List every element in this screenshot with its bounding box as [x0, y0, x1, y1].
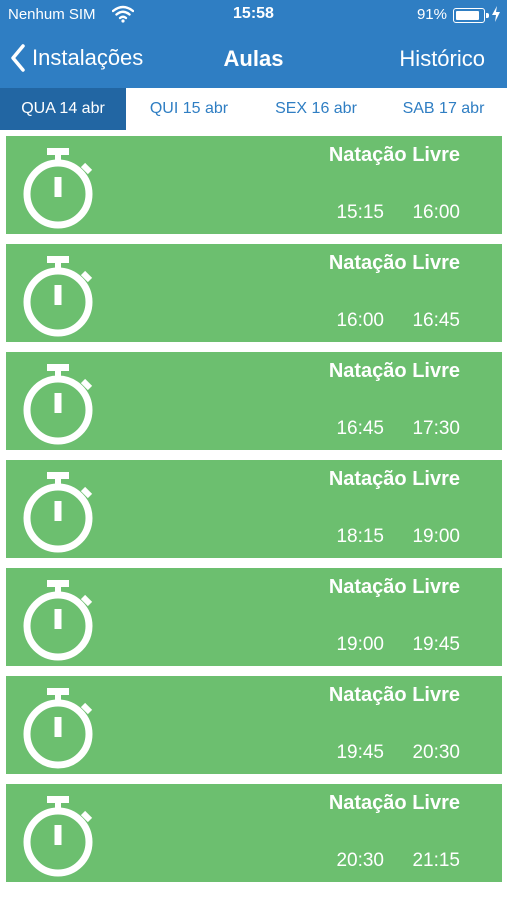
class-start-time: 18:15 — [336, 526, 384, 547]
class-title: Natação Livre — [328, 684, 460, 706]
tab-date-3[interactable]: SEX 16 abr — [252, 88, 380, 130]
class-title: Natação Livre — [328, 792, 460, 814]
tab-date-4[interactable]: SAB 17 abr — [380, 88, 507, 130]
class-card[interactable]: Natação Livre 19:45 20:30 — [6, 676, 502, 774]
class-start-time: 19:00 — [336, 634, 384, 655]
status-bar: Nenhum SIM 15:58 91% — [0, 0, 507, 30]
battery-percentage: 91% — [416, 6, 447, 23]
class-end-time: 16:00 — [412, 202, 460, 223]
stopwatch-icon — [23, 148, 93, 229]
app-header: Nenhum SIM 15:58 91% Instalações Aulas H… — [0, 0, 507, 88]
class-end-time: 19:00 — [412, 526, 460, 547]
stopwatch-icon — [23, 364, 93, 445]
tab-date-2[interactable]: QUI 15 abr — [126, 88, 252, 130]
class-title: Natação Livre — [328, 468, 460, 490]
class-end-time: 19:45 — [412, 634, 460, 655]
history-button[interactable]: Histórico — [399, 46, 485, 72]
charging-icon — [492, 6, 500, 22]
class-title: Natação Livre — [328, 252, 460, 274]
stopwatch-icon — [23, 688, 93, 769]
battery-icon — [453, 8, 489, 23]
class-end-time: 21:15 — [412, 850, 460, 871]
class-card[interactable]: Natação Livre 16:45 17:30 — [6, 352, 502, 450]
class-end-time: 20:30 — [412, 742, 460, 763]
class-title: Natação Livre — [328, 360, 460, 382]
class-end-time: 17:30 — [412, 418, 460, 439]
class-start-time: 16:00 — [336, 310, 384, 331]
class-card[interactable]: Natação Livre 19:00 19:45 — [6, 568, 502, 666]
date-tabs: QUA 14 abr QUI 15 abr SEX 16 abr SAB 17 … — [0, 88, 507, 130]
stopwatch-icon — [23, 580, 93, 661]
class-card[interactable]: Natação Livre 15:15 16:00 — [6, 136, 502, 234]
class-start-time: 19:45 — [336, 742, 384, 763]
class-start-time: 15:15 — [336, 202, 384, 223]
class-card[interactable]: Natação Livre 18:15 19:00 — [6, 460, 502, 558]
class-title: Natação Livre — [328, 576, 460, 598]
navigation-bar: Instalações Aulas Histórico — [0, 38, 507, 78]
stopwatch-icon — [23, 256, 93, 337]
tab-date-1[interactable]: QUA 14 abr — [0, 88, 126, 130]
stopwatch-icon — [23, 472, 93, 553]
stopwatch-icon — [23, 796, 93, 877]
class-end-time: 16:45 — [412, 310, 460, 331]
class-card[interactable]: Natação Livre 20:30 21:15 — [6, 784, 502, 882]
class-start-time: 20:30 — [336, 850, 384, 871]
class-title: Natação Livre — [328, 144, 460, 166]
class-card[interactable]: Natação Livre 16:00 16:45 — [6, 244, 502, 342]
class-start-time: 16:45 — [336, 418, 384, 439]
